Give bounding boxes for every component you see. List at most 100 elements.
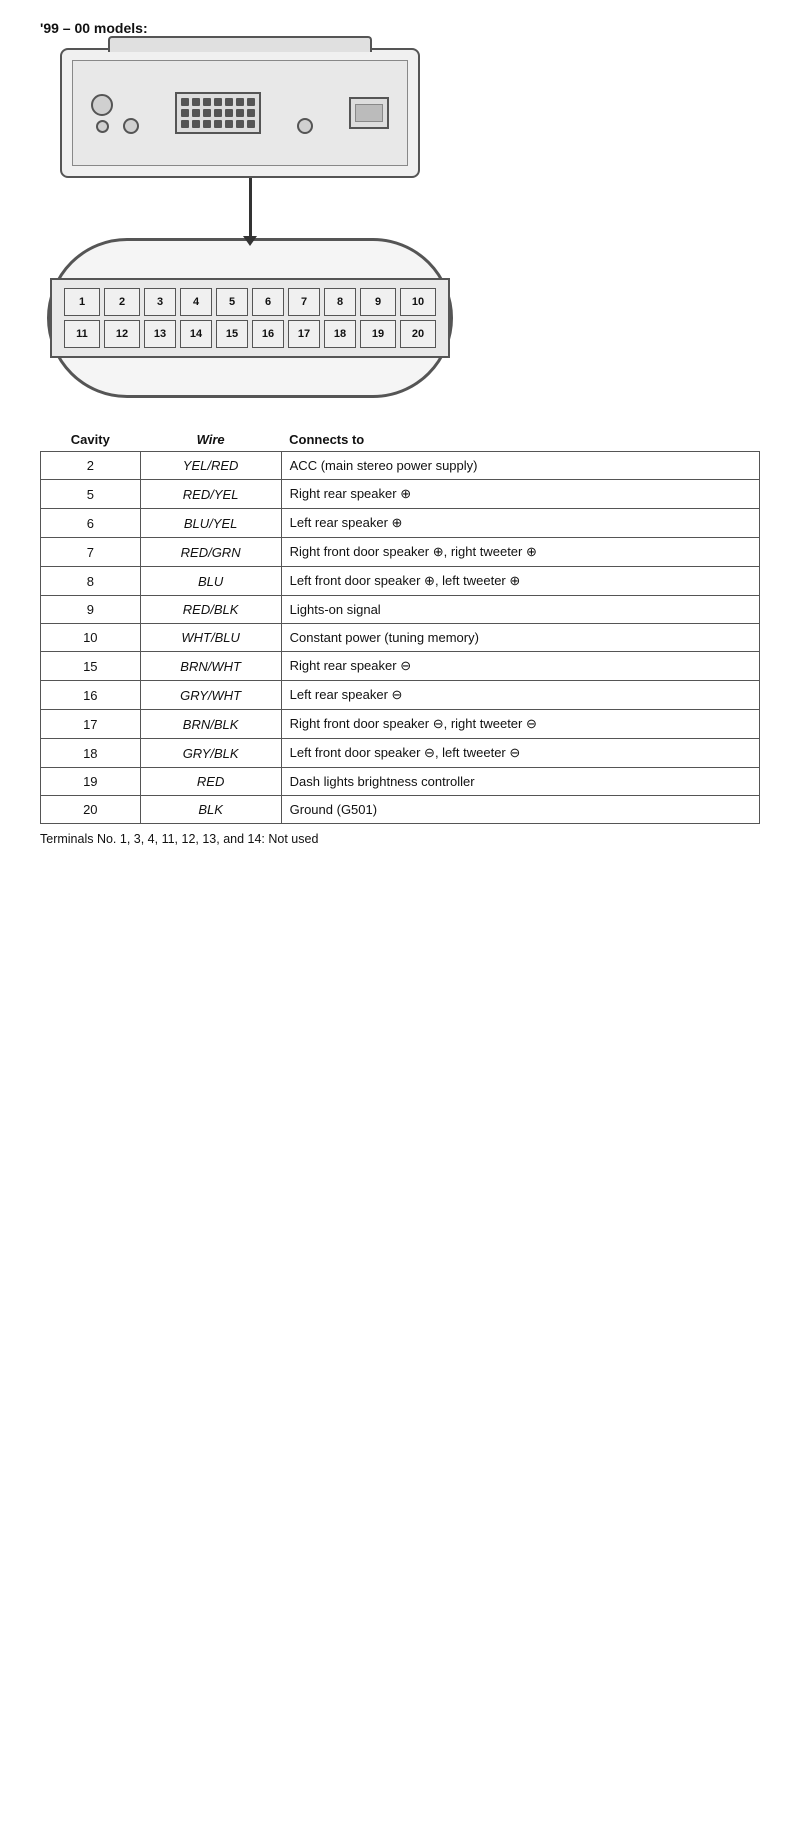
cell-connects: Constant power (tuning memory) (281, 624, 759, 652)
cell-cavity: 5 (41, 480, 141, 509)
pin-18: 18 (324, 320, 356, 348)
pin-7: 7 (288, 288, 320, 316)
pin-14: 14 (180, 320, 212, 348)
pin (225, 120, 233, 128)
cell-wire: BRN/WHT (140, 652, 281, 681)
cell-connects: Left rear speaker ⊖ (281, 681, 759, 710)
oval-connector: 1 2 3 4 5 6 7 8 9 10 11 12 13 (47, 238, 453, 398)
pin-17: 17 (288, 320, 320, 348)
circle-large (91, 94, 113, 116)
pin-4: 4 (180, 288, 212, 316)
cell-cavity: 16 (41, 681, 141, 710)
pin-15: 15 (216, 320, 248, 348)
pin-2: 2 (104, 288, 140, 316)
pin (247, 109, 255, 117)
pin (192, 120, 200, 128)
pin-grid: 1 2 3 4 5 6 7 8 9 10 11 12 13 (64, 288, 436, 348)
left-circles (91, 94, 113, 133)
cell-connects: Dash lights brightness controller (281, 768, 759, 796)
cell-wire: RED (140, 768, 281, 796)
table-row: 8BLULeft front door speaker ⊕, left twee… (41, 567, 760, 596)
circle-med-right (297, 118, 313, 134)
cell-connects: Left front door speaker ⊕, left tweeter … (281, 567, 759, 596)
pin (236, 120, 244, 128)
table-row: 7RED/GRNRight front door speaker ⊕, righ… (41, 538, 760, 567)
pin-grid-container: 1 2 3 4 5 6 7 8 9 10 11 12 13 (50, 278, 450, 358)
table-row: 15BRN/WHTRight rear speaker ⊖ (41, 652, 760, 681)
cell-wire: RED/YEL (140, 480, 281, 509)
pin-3: 3 (144, 288, 176, 316)
table-row: 18GRY/BLKLeft front door speaker ⊖, left… (41, 739, 760, 768)
table-row: 17BRN/BLKRight front door speaker ⊖, rig… (41, 710, 760, 739)
table-row: 6BLU/YELLeft rear speaker ⊕ (41, 509, 760, 538)
cell-cavity: 8 (41, 567, 141, 596)
pin (214, 109, 222, 117)
cell-cavity: 17 (41, 710, 141, 739)
table-row: 10WHT/BLUConstant power (tuning memory) (41, 624, 760, 652)
pin-grid-row-1: 1 2 3 4 5 6 7 8 9 10 (64, 288, 436, 316)
cell-connects: Right rear speaker ⊖ (281, 652, 759, 681)
table-row: 20BLKGround (G501) (41, 796, 760, 824)
pin-1: 1 (64, 288, 100, 316)
cell-wire: BLK (140, 796, 281, 824)
table-row: 5RED/YELRight rear speaker ⊕ (41, 480, 760, 509)
cell-connects: Right front door speaker ⊖, right tweete… (281, 710, 759, 739)
pin (247, 120, 255, 128)
cell-wire: BLU/YEL (140, 509, 281, 538)
pin-block-connector (175, 92, 261, 134)
pin-12: 12 (104, 320, 140, 348)
cell-cavity: 19 (41, 768, 141, 796)
wiring-table-section: Cavity Wire Connects to 2YEL/REDACC (mai… (40, 428, 760, 846)
wiring-table: Cavity Wire Connects to 2YEL/REDACC (mai… (40, 428, 760, 824)
radio-unit-inner (72, 60, 408, 166)
col-header-wire: Wire (140, 428, 281, 452)
pin (181, 120, 189, 128)
pin-row-1 (181, 98, 255, 106)
cell-connects: Right front door speaker ⊕, right tweete… (281, 538, 759, 567)
cell-wire: GRY/WHT (140, 681, 281, 710)
cell-wire: BRN/BLK (140, 710, 281, 739)
circle-med (123, 118, 139, 134)
pin-row-2 (181, 109, 255, 117)
pin (192, 98, 200, 106)
table-row: 16GRY/WHTLeft rear speaker ⊖ (41, 681, 760, 710)
pin (236, 98, 244, 106)
pin-6: 6 (252, 288, 284, 316)
unit-connectors (73, 61, 407, 165)
cell-wire: YEL/RED (140, 452, 281, 480)
cell-connects: Lights-on signal (281, 596, 759, 624)
cell-cavity: 9 (41, 596, 141, 624)
mid-left-circles (123, 92, 139, 134)
pin-row-3 (181, 120, 255, 128)
pin-grid-row-2: 11 12 13 14 15 16 17 18 19 20 (64, 320, 436, 348)
pin-11: 11 (64, 320, 100, 348)
radio-unit-diagram: 1 2 3 4 5 6 7 8 9 10 11 12 13 (60, 48, 440, 398)
col-header-cavity: Cavity (41, 428, 141, 452)
table-row: 9RED/BLKLights-on signal (41, 596, 760, 624)
circle-small-left (96, 120, 109, 133)
pin (247, 98, 255, 106)
pin (225, 109, 233, 117)
cell-cavity: 10 (41, 624, 141, 652)
table-row: 2YEL/REDACC (main stereo power supply) (41, 452, 760, 480)
page-title: '99 – 00 models: (40, 20, 760, 36)
cell-wire: BLU (140, 567, 281, 596)
footnote: Terminals No. 1, 3, 4, 11, 12, 13, and 1… (40, 832, 760, 846)
pin (181, 98, 189, 106)
pin-8: 8 (324, 288, 356, 316)
slot-connector (349, 97, 389, 129)
pin (192, 109, 200, 117)
cell-connects: Ground (G501) (281, 796, 759, 824)
pin-19: 19 (360, 320, 396, 348)
pin (225, 98, 233, 106)
cell-wire: RED/BLK (140, 596, 281, 624)
cell-cavity: 7 (41, 538, 141, 567)
pin-13: 13 (144, 320, 176, 348)
col-header-connects: Connects to (281, 428, 759, 452)
arrow-container (60, 178, 440, 238)
pin (203, 120, 211, 128)
cell-wire: GRY/BLK (140, 739, 281, 768)
pin (214, 120, 222, 128)
cell-connects: ACC (main stereo power supply) (281, 452, 759, 480)
pin-5: 5 (216, 288, 248, 316)
